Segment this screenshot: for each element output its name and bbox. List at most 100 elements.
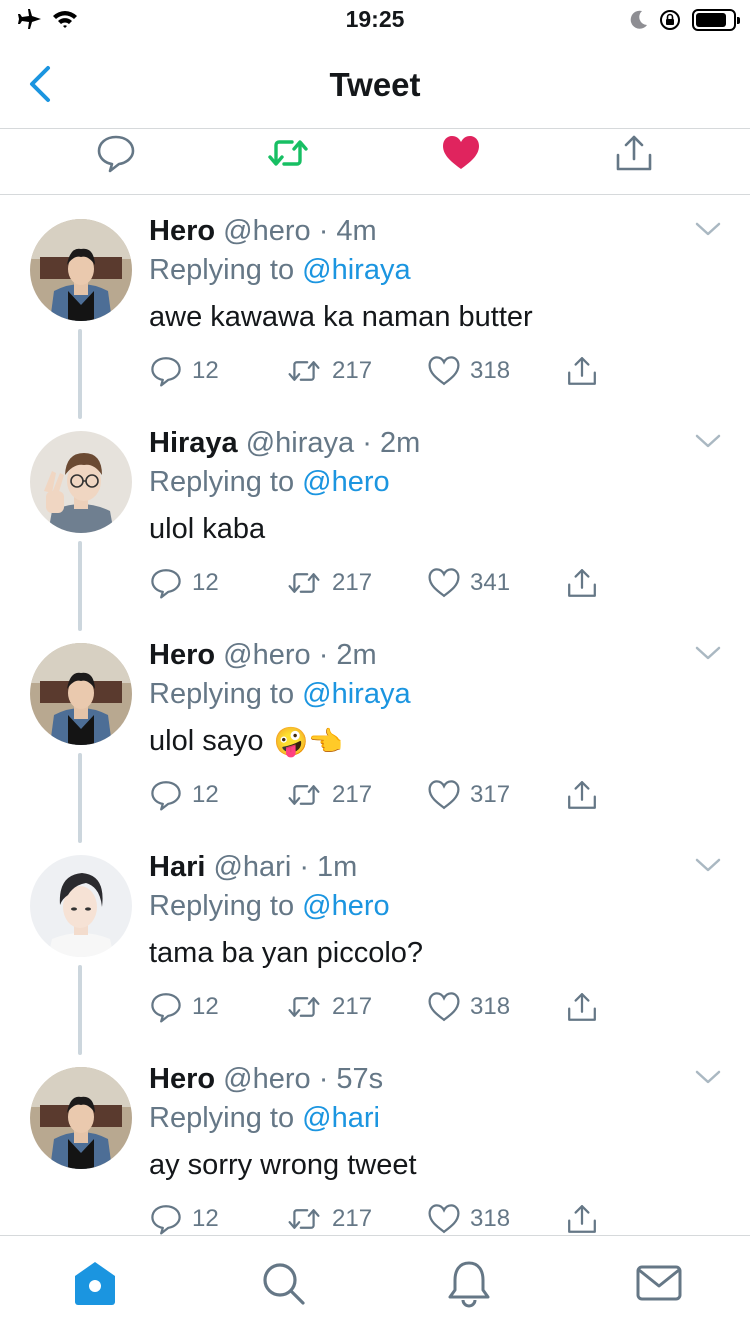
reply-list: Hero @hero · 4m Replying to @hiraya awe … xyxy=(0,195,750,1235)
like-action[interactable]: 341 xyxy=(428,567,510,599)
tweet-time: · 4m xyxy=(318,215,377,247)
like-action[interactable]: 318 xyxy=(428,991,510,1023)
avatar[interactable] xyxy=(30,1067,132,1169)
avatar[interactable] xyxy=(30,643,132,745)
reply-count: 12 xyxy=(192,993,219,1020)
replying-to-mention[interactable]: @hiraya xyxy=(302,254,410,286)
user-handle[interactable]: @hero xyxy=(223,215,310,247)
avatar[interactable] xyxy=(30,855,132,957)
reply-icon xyxy=(151,993,181,1023)
notifications-icon[interactable] xyxy=(444,1258,494,1308)
chevron-down-icon[interactable] xyxy=(694,855,722,875)
tweet-time: · 2m xyxy=(362,427,421,459)
retweet-icon xyxy=(288,785,320,805)
reply-icon xyxy=(151,357,181,387)
like-count: 318 xyxy=(470,1205,511,1232)
thread-line xyxy=(78,965,82,1055)
reply-action[interactable]: 12 xyxy=(150,779,219,811)
chevron-down-icon[interactable] xyxy=(694,1067,722,1087)
display-name[interactable]: Hero xyxy=(149,215,215,247)
display-name[interactable]: Hari xyxy=(149,851,205,883)
share-icon xyxy=(568,993,596,1021)
tweet-text: ulol sayo 🤪👈 xyxy=(149,725,343,758)
avatar[interactable] xyxy=(30,431,132,533)
retweet-icon xyxy=(288,1209,320,1229)
retweet-icon[interactable] xyxy=(268,133,308,173)
replying-to-label: Replying to xyxy=(149,890,295,922)
reply-count: 12 xyxy=(192,357,219,384)
chevron-down-icon[interactable] xyxy=(694,431,722,451)
reply-action[interactable]: 12 xyxy=(150,567,219,599)
tweet[interactable]: Hari @hari · 1m Replying to @hero tama b… xyxy=(0,831,750,1055)
replying-to-label: Replying to xyxy=(149,678,295,710)
user-handle[interactable]: @hero xyxy=(223,639,310,671)
retweet-action[interactable]: 217 xyxy=(286,355,372,387)
tweet[interactable]: Hiraya @hiraya · 2m Replying to @hero ul… xyxy=(0,407,750,631)
tweet[interactable]: Hero @hero · 4m Replying to @hiraya awe … xyxy=(0,195,750,419)
reply-icon[interactable] xyxy=(96,133,136,173)
tweet-header: Hiraya @hiraya · 2m xyxy=(149,427,420,460)
retweet-action[interactable]: 217 xyxy=(286,567,372,599)
retweet-count: 217 xyxy=(332,1205,373,1232)
retweet-icon xyxy=(288,997,320,1017)
share-icon xyxy=(568,569,596,597)
like-icon xyxy=(428,780,460,810)
replying-to-label: Replying to xyxy=(149,466,295,498)
like-count: 318 xyxy=(470,993,511,1020)
battery-icon xyxy=(692,9,740,31)
like-icon[interactable] xyxy=(441,133,481,173)
retweet-action[interactable]: 217 xyxy=(286,1203,372,1235)
like-icon xyxy=(428,1204,460,1234)
tweet-actions: 12 217 318 xyxy=(150,991,610,1025)
messages-icon[interactable] xyxy=(634,1258,684,1308)
share-action[interactable] xyxy=(566,567,598,599)
like-action[interactable]: 318 xyxy=(428,1203,510,1235)
tweet-emoji: 🤪👈 xyxy=(273,726,344,757)
tweet[interactable]: Hero @hero · 57s Replying to @hari ay so… xyxy=(0,1043,750,1235)
search-icon[interactable] xyxy=(258,1258,308,1308)
user-handle[interactable]: @hari xyxy=(213,851,291,883)
reply-action[interactable]: 12 xyxy=(150,355,219,387)
replying-to-mention[interactable]: @hari xyxy=(302,1102,380,1134)
user-handle[interactable]: @hiraya xyxy=(246,427,354,459)
like-action[interactable]: 317 xyxy=(428,779,510,811)
tweet-time: · 2m xyxy=(318,639,377,671)
tweet-text-content: ulol kaba xyxy=(149,513,266,545)
tweet-actions: 12 217 318 xyxy=(150,355,610,389)
display-name[interactable]: Hero xyxy=(149,639,215,671)
avatar[interactable] xyxy=(30,219,132,321)
replying-to-mention[interactable]: @hero xyxy=(302,466,389,498)
share-action[interactable] xyxy=(566,355,598,387)
display-name[interactable]: Hiraya xyxy=(149,427,238,459)
replying-to-line: Replying to @hero xyxy=(149,466,390,499)
chevron-down-icon[interactable] xyxy=(694,219,722,239)
tweet[interactable]: Hero @hero · 2m Replying to @hiraya ulol… xyxy=(0,619,750,843)
display-name[interactable]: Hero xyxy=(149,1063,215,1095)
like-action[interactable]: 318 xyxy=(428,355,510,387)
orientation-lock-icon xyxy=(660,10,680,30)
home-icon[interactable] xyxy=(70,1258,120,1308)
replying-to-mention[interactable]: @hiraya xyxy=(302,678,410,710)
user-handle[interactable]: @hero xyxy=(223,1063,310,1095)
reply-action[interactable]: 12 xyxy=(150,991,219,1023)
tweet-header: Hero @hero · 2m xyxy=(149,639,377,672)
page-title: Tweet xyxy=(329,66,421,103)
main-tweet-actions xyxy=(0,129,750,195)
retweet-action[interactable]: 217 xyxy=(286,779,372,811)
replying-to-label: Replying to xyxy=(149,254,295,286)
retweet-action[interactable]: 217 xyxy=(286,991,372,1023)
share-action[interactable] xyxy=(566,991,598,1023)
thread-line xyxy=(78,329,82,419)
reply-icon xyxy=(151,569,181,599)
chevron-down-icon[interactable] xyxy=(694,643,722,663)
replying-to-line: Replying to @hiraya xyxy=(149,254,411,287)
reply-action[interactable]: 12 xyxy=(150,1203,219,1235)
tweet-header: Hero @hero · 57s xyxy=(149,1063,383,1096)
tweet-header: Hero @hero · 4m xyxy=(149,215,377,248)
share-icon[interactable] xyxy=(614,133,654,173)
share-action[interactable] xyxy=(566,1203,598,1235)
tweet-text: ay sorry wrong tweet xyxy=(149,1149,417,1182)
share-action[interactable] xyxy=(566,779,598,811)
tweet-text-content: ay sorry wrong tweet xyxy=(149,1149,417,1181)
replying-to-mention[interactable]: @hero xyxy=(302,890,389,922)
